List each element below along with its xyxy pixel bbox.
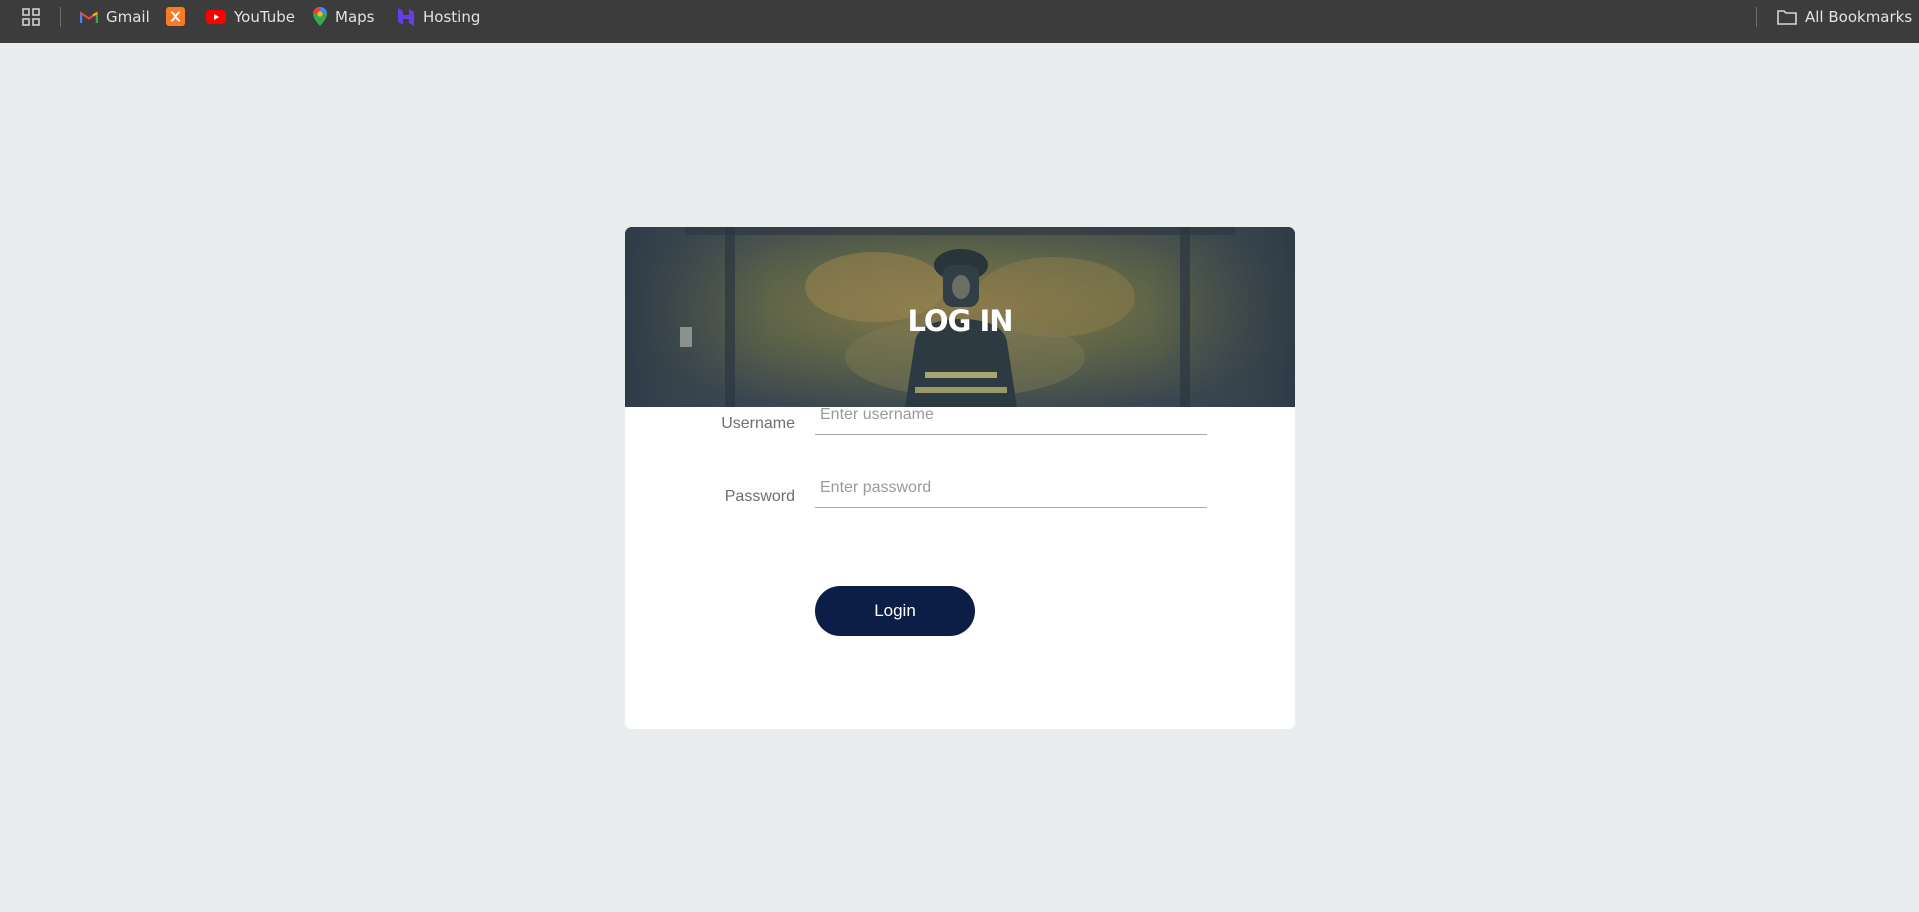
xampp-icon: [166, 7, 185, 26]
bookmark-label: Maps: [335, 7, 375, 26]
bookmarks-divider: [60, 7, 61, 27]
bookmark-youtube[interactable]: YouTube: [206, 0, 295, 33]
folder-icon: [1777, 9, 1797, 25]
bookmark-label: Gmail: [106, 7, 150, 26]
bookmark-hosting[interactable]: Hosting: [397, 0, 480, 33]
bookmark-maps[interactable]: Maps: [313, 0, 374, 33]
gmail-icon: [80, 10, 98, 24]
bookmark-label: YouTube: [234, 7, 295, 26]
login-header-banner: LOG IN: [625, 227, 1295, 407]
youtube-icon: [206, 9, 226, 24]
password-input[interactable]: [815, 468, 1207, 508]
bookmark-gmail[interactable]: Gmail: [80, 0, 150, 33]
bookmarks-bar: Gmail YouTube Maps Hosting All Bookmarks: [0, 0, 1919, 43]
login-card: LOG IN Username Password Login: [625, 227, 1295, 729]
username-input[interactable]: [815, 395, 1207, 435]
bookmarks-divider: [1756, 7, 1757, 27]
apps-grid-icon[interactable]: [22, 0, 40, 33]
password-label: Password: [724, 488, 795, 505]
bookmark-xampp[interactable]: [166, 0, 193, 33]
hosting-icon: [397, 7, 415, 26]
username-label: Username: [721, 415, 795, 432]
maps-pin-icon: [313, 7, 327, 26]
login-title: LOG IN: [907, 303, 1013, 338]
login-button[interactable]: Login: [815, 586, 975, 636]
all-bookmarks-label: All Bookmarks: [1805, 7, 1913, 26]
all-bookmarks-button[interactable]: All Bookmarks: [1777, 0, 1912, 33]
bookmark-label: Hosting: [423, 7, 481, 26]
